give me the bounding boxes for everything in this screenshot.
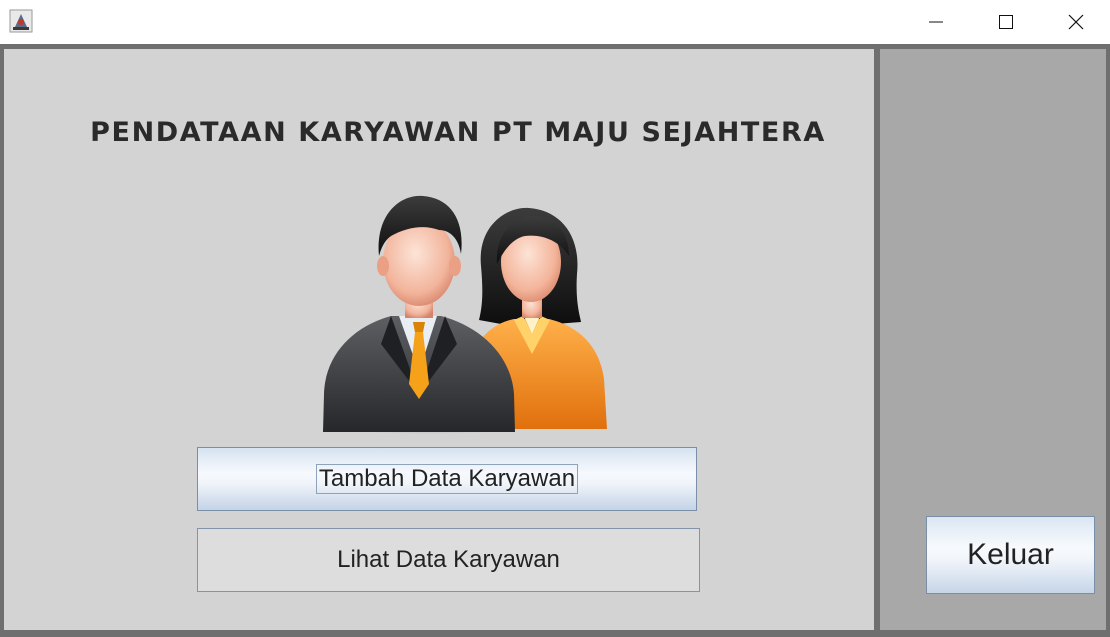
main-panel: PENDATAAN KARYAWAN PT MAJU SEJAHTERA Tam…: [4, 49, 874, 630]
maximize-icon: [999, 15, 1013, 29]
title-bar[interactable]: [0, 0, 1110, 44]
java-app-icon: [9, 9, 33, 33]
view-employees-label: Lihat Data Karyawan: [337, 546, 560, 573]
page-title: PENDATAAN KARYAWAN PT MAJU SEJAHTERA: [90, 117, 826, 148]
app-window: PENDATAAN KARYAWAN PT MAJU SEJAHTERA Tam…: [0, 0, 1110, 637]
side-panel: Keluar: [880, 49, 1106, 630]
add-employee-button[interactable]: Tambah Data Karyawan: [197, 447, 697, 511]
employees-icon: [323, 195, 607, 434]
exit-label: Keluar: [967, 538, 1054, 571]
view-employees-button[interactable]: Lihat Data Karyawan: [197, 528, 700, 592]
minimize-icon: [929, 21, 943, 23]
maximize-button[interactable]: [971, 0, 1041, 44]
content-frame: PENDATAAN KARYAWAN PT MAJU SEJAHTERA Tam…: [0, 44, 1110, 637]
exit-button[interactable]: Keluar: [926, 516, 1095, 594]
minimize-button[interactable]: [901, 0, 971, 44]
close-button[interactable]: [1041, 0, 1110, 44]
add-employee-label: Tambah Data Karyawan: [315, 464, 579, 494]
close-icon: [1068, 14, 1084, 30]
